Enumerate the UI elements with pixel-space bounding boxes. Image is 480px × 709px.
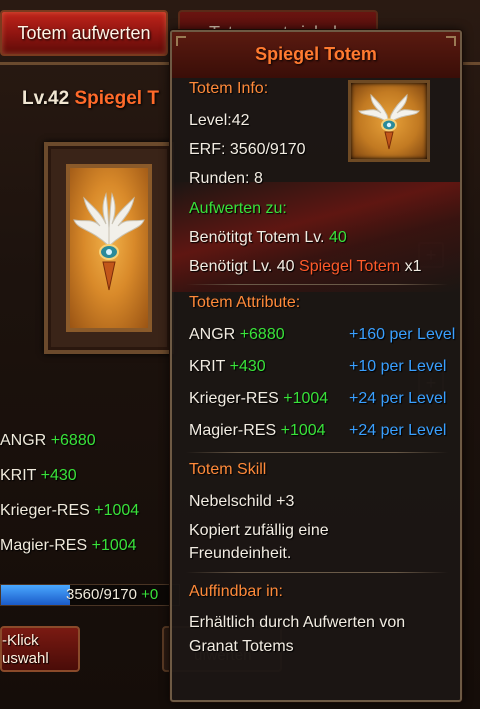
- button-label-line1: -Klick: [2, 632, 39, 649]
- attr-name: KRIT: [189, 358, 226, 375]
- attr-name: Krieger-RES: [189, 390, 279, 407]
- one-click-select-button[interactable]: -Klick uswahl: [0, 626, 80, 672]
- tab-totem-aufwerten[interactable]: Totem aufwerten: [0, 10, 168, 56]
- stat-value: +1004: [91, 537, 137, 554]
- runden-text: Runden: 8: [189, 170, 263, 187]
- stat-row-magier-res: Magier-RES +1004: [0, 537, 137, 555]
- xp-value: 3560/9170: [66, 586, 137, 603]
- stat-name: ANGR: [0, 432, 47, 449]
- level-text: Level:42: [189, 112, 250, 129]
- upgrade-heading: Aufwerten zu:: [189, 200, 287, 217]
- info-heading: Totem Info:: [189, 80, 269, 97]
- skill-description-line2: Freundeinheit.: [189, 545, 292, 562]
- req-text: Benötigt Lv. 40: [189, 258, 295, 275]
- tooltip-title: Spiegel Totem: [255, 44, 377, 64]
- winged-totem-icon: [73, 192, 145, 291]
- totem-name: Spiegel T: [74, 88, 159, 109]
- button-label-line2: uswahl: [2, 650, 49, 667]
- level-text: Lv.42: [22, 88, 70, 109]
- attr-per-level: +24 per Level: [349, 390, 447, 407]
- tab-label: Totem aufwerten: [17, 22, 151, 43]
- stat-name: KRIT: [0, 467, 37, 484]
- attribute-row-krieger-res: Krieger-RES +1004: [189, 390, 328, 408]
- divider: [186, 284, 448, 285]
- xp-bar-fill: [1, 585, 71, 605]
- req-value: 40: [328, 229, 347, 246]
- req-count: x1: [404, 258, 422, 275]
- found-line1: Erhältlich durch Aufwerten von: [189, 614, 406, 631]
- totem-card-frame: [44, 142, 174, 354]
- attr-value: +1004: [283, 390, 329, 407]
- requirement-totem-item: Benötigt Lv. 40 Spiegel Totem x1: [189, 258, 421, 276]
- attribute-row-magier-res: Magier-RES +1004: [189, 422, 326, 440]
- xp-gain: +0: [141, 586, 159, 603]
- req-text: Benötitgt Totem Lv.: [189, 229, 325, 246]
- found-line2: Granat Totems: [189, 638, 294, 655]
- stat-value: +1004: [94, 502, 140, 519]
- totem-tooltip: Spiegel Totem Totem Info: Level:42 ERF: …: [170, 30, 462, 702]
- stat-row-krieger-res: Krieger-RES +1004: [0, 502, 139, 520]
- attributes-heading: Totem Attribute:: [189, 294, 301, 311]
- attribute-row-angr: ANGR +6880: [189, 326, 285, 344]
- totem-icon-box: [348, 80, 430, 162]
- attr-value: +430: [229, 358, 266, 375]
- stat-name: Magier-RES: [0, 537, 88, 554]
- xp-bar-text: 3560/9170 +0: [66, 586, 158, 603]
- attr-name: ANGR: [189, 326, 236, 343]
- req-item-name: Spiegel Totem: [299, 258, 401, 275]
- found-heading: Auffindbar in:: [189, 583, 283, 600]
- divider: [186, 572, 448, 573]
- requirement-totem-level: Benötitgt Totem Lv. 40: [189, 229, 347, 247]
- stat-row-angr: ANGR +6880: [0, 432, 96, 450]
- attribute-row-krit: KRIT +430: [189, 358, 266, 376]
- attr-name: Magier-RES: [189, 422, 277, 439]
- totem-card: [66, 164, 152, 332]
- stat-name: Krieger-RES: [0, 502, 90, 519]
- skill-name: Nebelschild +3: [189, 493, 295, 510]
- divider: [186, 452, 448, 453]
- attr-value: +1004: [280, 422, 326, 439]
- attr-per-level: +10 per Level: [349, 358, 447, 375]
- attr-per-level: +160 per Level: [349, 326, 456, 343]
- skill-heading: Totem Skill: [189, 461, 267, 478]
- attr-per-level: +24 per Level: [349, 422, 447, 439]
- stat-value: +430: [40, 467, 77, 484]
- totem-level-title: Lv.42 Spiegel T: [22, 88, 159, 110]
- attr-value: +6880: [239, 326, 285, 343]
- winged-totem-icon: [358, 93, 420, 150]
- stat-row-krit: KRIT +430: [0, 467, 77, 485]
- stat-value: +6880: [50, 432, 96, 449]
- skill-description-line1: Kopiert zufällig eine: [189, 522, 329, 539]
- erf-text: ERF: 3560/9170: [189, 141, 306, 158]
